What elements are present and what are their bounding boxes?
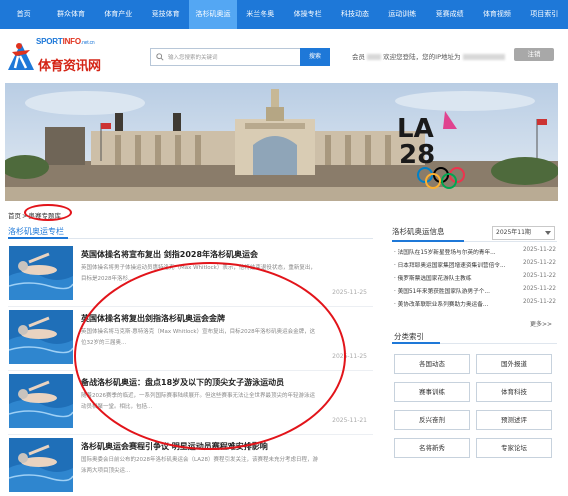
- member-info: 会员 欢迎您登陆，您的IP地址为: [352, 51, 505, 61]
- news-item-title[interactable]: · 法国队在15岁新星登场与尔英的青年...: [394, 247, 516, 256]
- category-button[interactable]: 体育科技: [476, 382, 552, 402]
- article-date: 2025-11-25: [332, 289, 367, 296]
- search-icon: [156, 53, 164, 61]
- logo-domain: .net.cn: [80, 40, 95, 46]
- site-logo[interactable]: SPORTINFO.net.cn 体育资讯网: [6, 37, 106, 75]
- breadcrumb-home[interactable]: 首页: [8, 212, 21, 220]
- category-button[interactable]: 国外报道: [476, 354, 552, 374]
- nav-item[interactable]: 体育视频: [473, 0, 520, 29]
- coliseum-illustration: LA 28: [5, 83, 558, 201]
- search-box: 输入您搜索的关键词 搜索: [150, 48, 330, 66]
- more-link[interactable]: 更多>>: [530, 319, 552, 328]
- article-thumbnail[interactable]: [9, 374, 73, 428]
- nav-item[interactable]: 竞技体育: [142, 0, 189, 29]
- category-button[interactable]: 各国动态: [394, 354, 470, 374]
- news-title: 洛杉矶奥运信息: [392, 227, 445, 236]
- period-select-value: 2025年11期: [496, 229, 531, 236]
- la-logo-year: 28: [399, 140, 435, 170]
- category-title: 分类索引: [394, 332, 424, 341]
- top-nav: 首页 群众体育 体育产业 竞技体育 洛杉矶奥运 米兰冬奥 体操专栏 科技动态 运动训练 竞赛成绩体…: [0, 0, 568, 29]
- news-item-date: 2025-11-22: [522, 247, 556, 253]
- logo-info: INFO: [62, 37, 82, 46]
- nav-item[interactable]: 体育产业: [95, 0, 142, 29]
- category-button[interactable]: 反兴奋剂: [394, 410, 470, 430]
- chevron-down-icon: [545, 231, 551, 235]
- news-item-date: 2025-11-22: [522, 286, 556, 292]
- logout-button[interactable]: 注销: [514, 48, 554, 61]
- news-item-date: 2025-11-22: [522, 299, 556, 305]
- article-title[interactable]: 英国体操名将宣布复出 剑指2028年洛杉矶奥运会: [81, 249, 258, 260]
- category-button[interactable]: 专家论坛: [476, 438, 552, 458]
- category-underline: [392, 342, 440, 344]
- news-item[interactable]: · 美协改革联职业系列赛助力奥运备... 2025-11-22: [394, 299, 558, 309]
- article-date: 2025-11-21: [332, 417, 367, 424]
- news-item-date: 2025-11-22: [522, 273, 556, 279]
- news-item-date: 2025-11-22: [522, 260, 556, 266]
- category-button[interactable]: 名将新秀: [394, 438, 470, 458]
- nav-item[interactable]: 运动训练: [379, 0, 426, 29]
- section-underline: [8, 237, 68, 239]
- nav-item[interactable]: 科技动态: [331, 0, 378, 29]
- search-input[interactable]: 输入您搜索的关键词: [168, 53, 218, 61]
- category-button[interactable]: 赛事训练: [394, 382, 470, 402]
- article-summary: 国际奥委会日前公布的2028年洛杉矶奥运会（LA28）赛程引发关注，该赛程未充分…: [81, 457, 318, 474]
- annotation-oval-articles: [74, 262, 346, 450]
- section-title[interactable]: 洛杉矶奥运专栏: [8, 226, 64, 237]
- news-item[interactable]: · 日本拜耶奥运国家集团增速资集训营倍令... 2025-11-22: [394, 260, 558, 270]
- ip-redacted: [462, 54, 505, 60]
- news-item-title[interactable]: · 美协改革联职业系列赛助力奥运备...: [394, 299, 516, 308]
- nav-item[interactable]: 体操专栏: [284, 0, 331, 29]
- news-item[interactable]: · 美国51年来第获胜国家队游男子个... 2025-11-22: [394, 286, 558, 296]
- logo-sport: SPORT: [36, 37, 63, 46]
- news-item-title[interactable]: · 日本拜耶奥运国家集团增速资集训营倍令...: [394, 260, 516, 269]
- member-welcome: 欢迎您登陆，您的IP地址为: [383, 53, 461, 61]
- article-thumbnail[interactable]: [9, 310, 73, 364]
- member-prefix: 会员: [352, 53, 365, 61]
- member-name-redacted: [367, 54, 382, 60]
- news-item-title[interactable]: · 美国51年来第获胜国家队游男子个...: [394, 286, 516, 295]
- news-item[interactable]: · 俄罗斯票选国家花游队主教练 2025-11-22: [394, 273, 558, 283]
- nav-item[interactable]: 项目索引: [521, 0, 568, 29]
- nav-item[interactable]: 竞赛成绩: [426, 0, 473, 29]
- logo-sport-text: SPORTINFO.net.cn: [36, 37, 95, 46]
- nav-item[interactable]: 首页: [0, 0, 47, 29]
- period-select[interactable]: 2025年11期: [492, 226, 555, 240]
- logo-chinese-name: 体育资讯网: [38, 59, 101, 74]
- nav-item[interactable]: 洛杉矶奥运: [189, 0, 237, 29]
- news-item-title[interactable]: · 俄罗斯票选国家花游队主教练: [394, 273, 516, 282]
- nav-item[interactable]: 米兰冬奥: [237, 0, 284, 29]
- news-underline: [392, 240, 464, 242]
- annotation-oval-breadcrumb: [24, 204, 72, 221]
- article-thumbnail[interactable]: [9, 438, 73, 492]
- logo-runner-icon: [8, 43, 34, 70]
- article-thumbnail[interactable]: [9, 246, 73, 300]
- banner-image: LA 28: [5, 83, 558, 201]
- search-button[interactable]: 搜索: [300, 48, 330, 66]
- category-button[interactable]: 预测述评: [476, 410, 552, 430]
- news-item[interactable]: · 法国队在15岁新星登场与尔英的青年... 2025-11-22: [394, 247, 558, 257]
- nav-item[interactable]: 群众体育: [47, 0, 94, 29]
